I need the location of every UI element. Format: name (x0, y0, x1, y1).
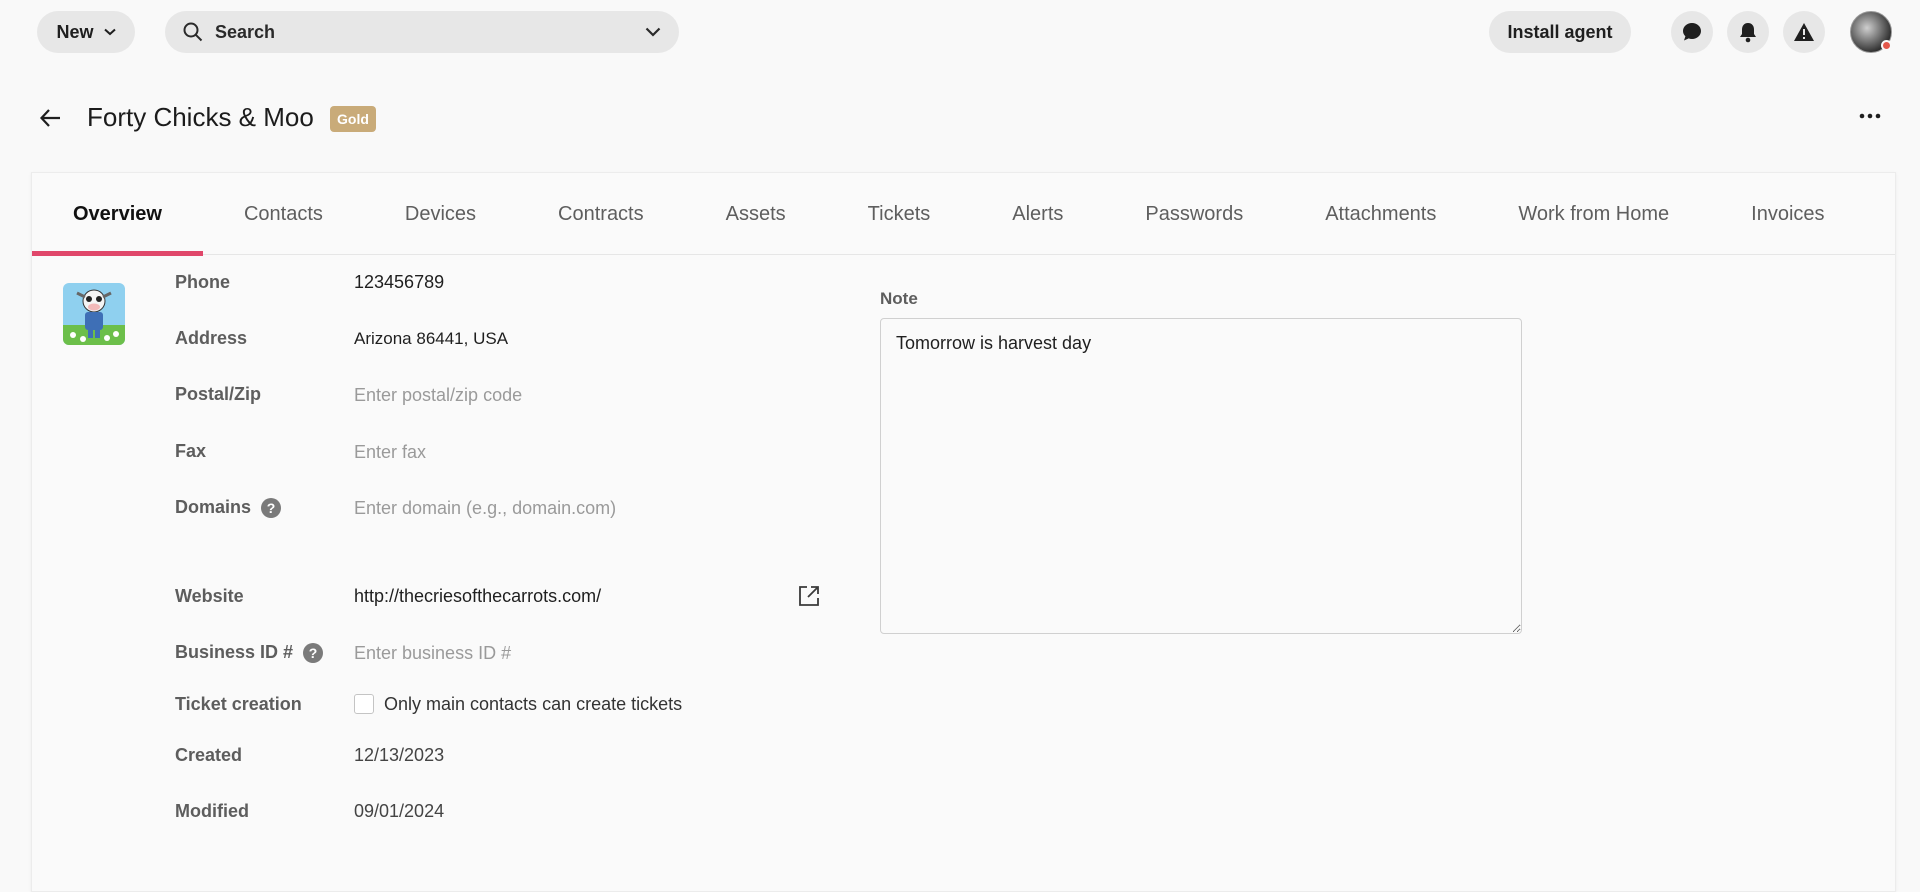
fax-input[interactable] (354, 439, 794, 465)
modified-value: 09/01/2024 (354, 801, 445, 821)
modified-label: Modified (175, 801, 249, 821)
alert-icon (1794, 23, 1814, 41)
note-textarea[interactable]: Tomorrow is harvest day (880, 318, 1522, 634)
tab-contacts[interactable]: Contacts (203, 173, 364, 255)
new-button[interactable]: New (37, 11, 135, 53)
main-contacts-checkbox[interactable] (354, 694, 374, 714)
main-contacts-checkbox-label[interactable]: Only main contacts can create tickets (384, 694, 682, 715)
phone-value[interactable]: 123456789 (354, 272, 444, 293)
search-input[interactable]: Search (215, 22, 645, 43)
created-value: 12/13/2023 (354, 745, 445, 765)
tab-work-from-home[interactable]: Work from Home (1477, 173, 1710, 255)
fax-label: Fax (175, 441, 207, 461)
tab-assets[interactable]: Assets (685, 173, 827, 255)
external-link-icon[interactable] (797, 584, 821, 608)
help-icon[interactable]: ? (303, 642, 324, 663)
postal-input[interactable] (354, 382, 794, 408)
new-button-label: New (56, 21, 94, 42)
tab-overview[interactable]: Overview (32, 173, 203, 256)
tier-badge: Gold (330, 106, 376, 132)
alerts-button[interactable] (1783, 11, 1825, 53)
page-title: Forty Chicks & Moo (87, 102, 314, 132)
status-dot (1881, 40, 1892, 51)
postal-label: Postal/Zip (175, 384, 262, 404)
domains-input[interactable] (354, 495, 794, 521)
tab-bar: Overview Contacts Devices Contracts Asse… (32, 173, 1895, 256)
tab-devices[interactable]: Devices (364, 173, 517, 255)
company-logo[interactable] (63, 283, 125, 345)
website-label: Website (175, 586, 244, 606)
domains-label: Domains (175, 497, 252, 517)
chevron-down-icon (103, 28, 116, 36)
address-value[interactable]: Arizona 86441, USA (354, 329, 508, 349)
tab-tickets[interactable]: Tickets (827, 173, 972, 255)
tab-invoices[interactable]: Invoices (1710, 173, 1865, 255)
tab-contracts[interactable]: Contracts (517, 173, 685, 255)
chevron-down-icon[interactable] (645, 27, 661, 37)
domains-label-group: Domains ? (175, 497, 282, 518)
install-agent-button[interactable]: Install agent (1489, 11, 1631, 53)
ticket-creation-label: Ticket creation (175, 694, 302, 714)
more-options-icon[interactable] (1855, 104, 1885, 128)
bell-icon (1740, 23, 1756, 43)
search-bar[interactable]: Search (165, 11, 679, 53)
chat-icon (1683, 23, 1701, 41)
company-card: Overview Contacts Devices Contracts Asse… (31, 172, 1896, 892)
tab-attachments[interactable]: Attachments (1284, 173, 1477, 255)
business-id-input[interactable] (354, 640, 794, 666)
website-value[interactable]: http://thecriesofthecarrots.com/ (354, 586, 601, 607)
address-label: Address (175, 328, 248, 348)
search-icon (183, 22, 203, 42)
notifications-button[interactable] (1727, 11, 1769, 53)
tab-passwords[interactable]: Passwords (1104, 173, 1284, 255)
note-label: Note (880, 289, 918, 308)
business-id-label-group: Business ID # ? (175, 642, 324, 663)
help-icon[interactable]: ? (261, 497, 282, 518)
tab-alerts[interactable]: Alerts (971, 173, 1104, 255)
phone-label: Phone (175, 272, 231, 292)
created-label: Created (175, 745, 243, 765)
top-bar: New Search Install agent (0, 0, 1920, 64)
back-arrow-icon[interactable] (38, 105, 64, 131)
business-id-label: Business ID # (175, 642, 294, 662)
chat-button[interactable] (1671, 11, 1713, 53)
